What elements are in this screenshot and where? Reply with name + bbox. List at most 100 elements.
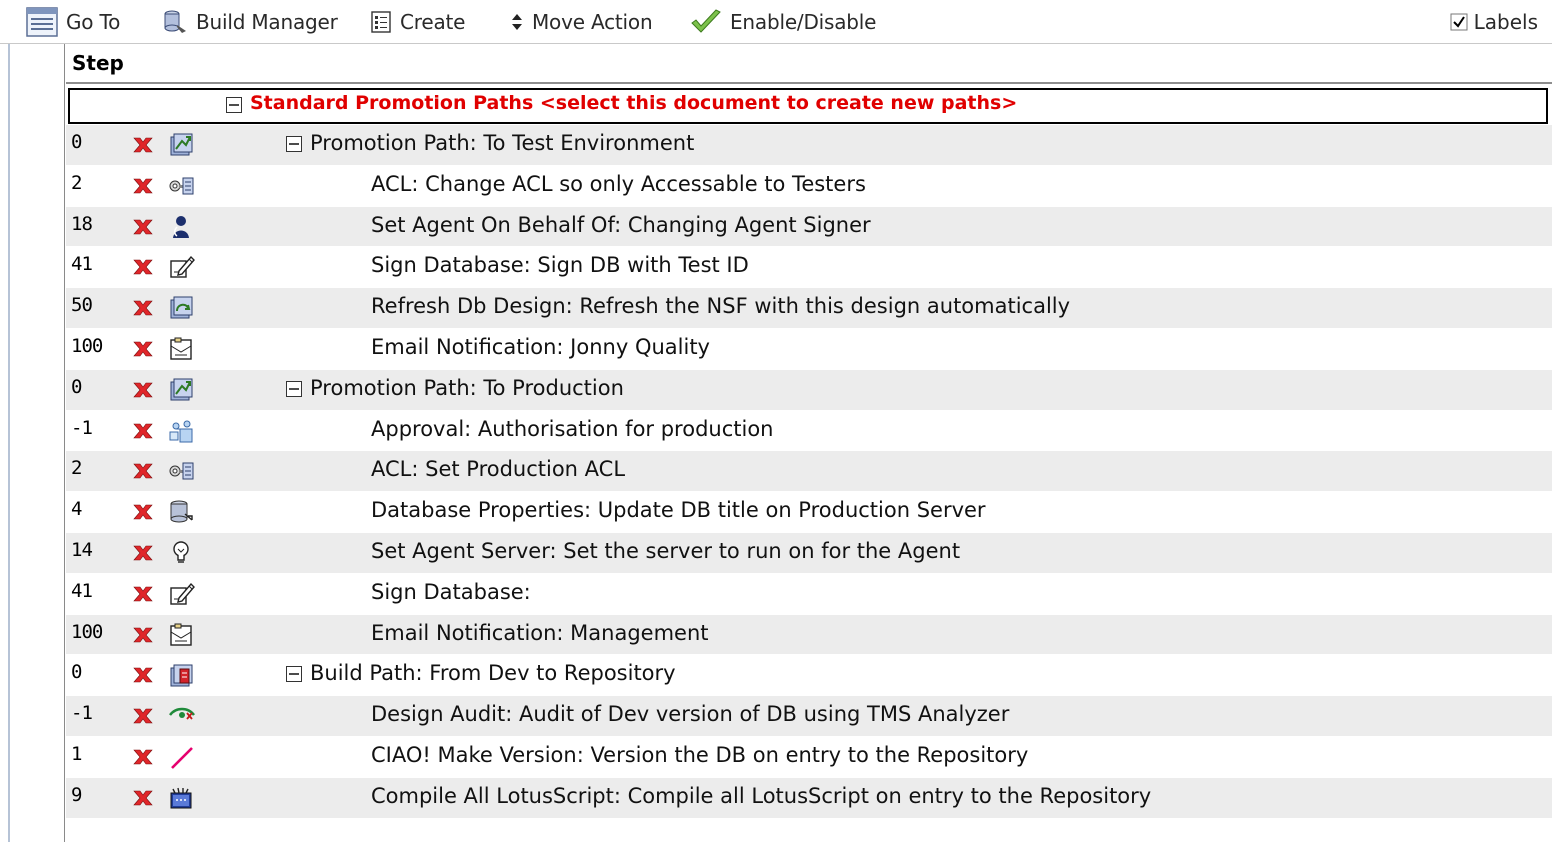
make-version-icon — [168, 744, 196, 774]
category-label: Standard Promotion Paths <select this do… — [250, 92, 1018, 114]
action-description: Email Notification: Jonny Quality — [371, 334, 710, 359]
step-number: 18 — [71, 212, 93, 235]
delete-icon[interactable] — [132, 626, 154, 644]
table-row[interactable]: 2 ACL: Change ACL so only Accessable to T… — [66, 166, 1552, 207]
step-number: 9 — [71, 783, 82, 806]
delete-icon[interactable] — [132, 462, 154, 480]
delete-icon[interactable] — [132, 544, 154, 562]
enable-disable-label: Enable/Disable — [730, 10, 877, 34]
goto-button[interactable]: Go To — [26, 0, 120, 44]
table-row[interactable]: -1 Approval: Authorisation for production — [66, 411, 1552, 452]
up-down-arrow-icon — [512, 14, 522, 30]
action-description: Set Agent On Behalf Of: Changing Agent S… — [371, 212, 871, 237]
move-action-button[interactable]: Move Action — [510, 0, 653, 44]
view-rows: 0 Promotion Path: To Test Environment 2 ACL… — [66, 125, 1552, 819]
delete-icon[interactable] — [132, 748, 154, 766]
action-description: Refresh Db Design: Refresh the NSF with … — [371, 294, 1071, 319]
checkmark-icon — [691, 9, 721, 33]
step-number: -1 — [71, 416, 93, 439]
agent-server-icon — [168, 540, 196, 570]
view-left-margin — [0, 44, 10, 842]
table-row[interactable]: 0 Build Path: From Dev to Repository — [66, 655, 1552, 697]
checkbox-checked-icon — [1450, 13, 1468, 31]
table-row[interactable]: 1 CIAO! Make Version: Version the DB on e… — [66, 737, 1552, 778]
action-description: ACL: Set Production ACL — [371, 457, 626, 482]
action-description: Compile All LotusScript: Compile all Lot… — [371, 783, 1152, 808]
table-row[interactable]: 100 Email Notification: Management — [66, 614, 1552, 656]
table-row[interactable]: 50 Refresh Db Design: Refresh the NSF wit… — [66, 288, 1552, 329]
delete-icon[interactable] — [132, 666, 154, 684]
delete-icon[interactable] — [132, 299, 154, 317]
email-notification-icon — [168, 622, 196, 652]
table-row[interactable]: 0 Promotion Path: To Production — [66, 369, 1552, 411]
table-row[interactable]: 9 Compile All LotusScript: Compile all Lo… — [66, 777, 1552, 819]
enable-disable-button[interactable]: Enable/Disable — [690, 0, 876, 44]
action-description: Set Agent Server: Set the server to run … — [371, 538, 961, 563]
database-properties-icon — [168, 499, 196, 529]
delete-icon[interactable] — [132, 789, 154, 807]
action-description: Email Notification: Management — [371, 620, 709, 645]
move-action-label: Move Action — [532, 10, 653, 34]
table-row[interactable]: -1 Design Audit: Audit of Dev version of … — [66, 696, 1552, 737]
step-number: 0 — [71, 131, 82, 153]
promotion-path-icon — [168, 132, 196, 162]
step-header-label: Step — [72, 51, 124, 75]
step-number: 1 — [71, 742, 82, 765]
step-number: 0 — [71, 661, 82, 684]
sign-database-icon — [168, 581, 196, 611]
sign-database-icon — [168, 254, 196, 284]
table-row[interactable]: 4 Database Properties: Update DB title on… — [66, 492, 1552, 533]
acl-key-icon — [168, 173, 196, 203]
delete-icon[interactable] — [132, 258, 154, 276]
create-document-icon — [371, 11, 391, 33]
action-bar: Go To Build Manager Create Move Action E… — [0, 0, 1552, 44]
build-manager-icon — [164, 10, 186, 33]
table-row[interactable]: 0 Promotion Path: To Test Environment — [66, 125, 1552, 166]
table-row[interactable]: 41 Sign Database: Sign DB with Test ID — [66, 247, 1552, 289]
create-button[interactable]: Create — [370, 0, 465, 44]
delete-icon[interactable] — [132, 707, 154, 725]
labels-label: Labels — [1473, 10, 1538, 34]
table-row[interactable]: 2 ACL: Set Production ACL — [66, 451, 1552, 493]
delete-icon[interactable] — [132, 177, 154, 195]
delete-icon[interactable] — [132, 381, 154, 399]
delete-icon[interactable] — [132, 340, 154, 358]
table-row[interactable]: 100 Email Notification: Jonny Quality — [66, 329, 1552, 370]
delete-icon[interactable] — [132, 422, 154, 440]
table-row[interactable]: 18 Set Agent On Behalf Of: Changing Agent… — [66, 206, 1552, 248]
path-description: Promotion Path: To Production — [310, 375, 624, 400]
step-number: -1 — [71, 702, 93, 725]
action-description: CIAO! Make Version: Version the DB on en… — [371, 742, 1029, 767]
design-audit-icon — [168, 703, 196, 733]
collapse-icon[interactable] — [286, 666, 302, 683]
step-number: 14 — [71, 538, 93, 561]
delete-icon[interactable] — [132, 136, 154, 154]
action-description: Sign Database: — [371, 579, 531, 604]
build-manager-button[interactable]: Build Manager — [162, 0, 338, 44]
delete-icon[interactable] — [132, 218, 154, 236]
delete-icon[interactable] — [132, 503, 154, 521]
column-header-step[interactable]: Step — [66, 44, 1552, 84]
step-number: 50 — [71, 294, 93, 317]
agent-signer-icon — [168, 214, 196, 244]
email-notification-icon — [168, 336, 196, 366]
delete-icon[interactable] — [132, 585, 154, 603]
labels-toggle[interactable]: Labels — [1450, 0, 1538, 44]
step-number: 0 — [71, 375, 82, 398]
table-row[interactable]: 41 Sign Database: — [66, 574, 1552, 615]
step-number: 100 — [71, 334, 103, 357]
build-manager-label: Build Manager — [196, 10, 338, 34]
column-separator — [64, 44, 65, 842]
approval-icon — [168, 418, 196, 448]
step-number: 100 — [71, 620, 103, 643]
action-description: ACL: Change ACL so only Accessable to Te… — [371, 171, 866, 196]
category-row-standard-promotion-paths[interactable]: Standard Promotion Paths <select this do… — [68, 88, 1548, 124]
collapse-icon[interactable] — [286, 380, 302, 397]
table-row[interactable]: 14 Set Agent Server: Set the server to ru… — [66, 532, 1552, 574]
goto-label: Go To — [66, 10, 121, 34]
step-number: 2 — [71, 457, 82, 480]
collapse-icon[interactable] — [226, 97, 242, 113]
collapse-icon[interactable] — [286, 136, 302, 152]
promotion-path-icon — [168, 377, 196, 407]
refresh-design-icon — [168, 295, 196, 325]
